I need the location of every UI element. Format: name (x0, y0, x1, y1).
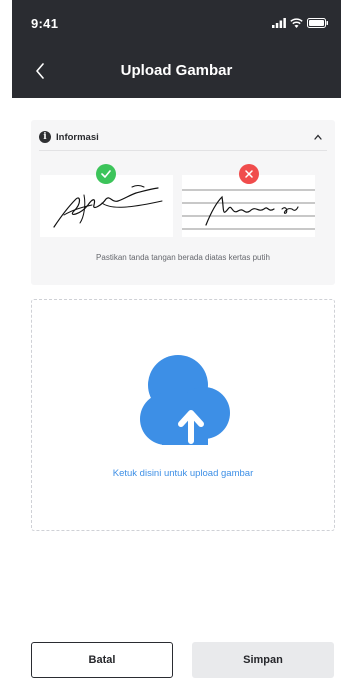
signal-icon (272, 18, 286, 28)
status-bar: 9:41 (12, 0, 341, 46)
status-time: 9:41 (31, 15, 59, 31)
status-icons (272, 18, 329, 28)
check-icon (101, 170, 111, 178)
info-panel-header[interactable]: i Informasi (39, 124, 327, 151)
signature-example-correct (40, 175, 173, 237)
correct-badge (96, 164, 116, 184)
lined-paper-signature-image (182, 189, 315, 230)
collapse-button[interactable] (309, 128, 327, 146)
upload-dropzone[interactable]: Ketuk disini untuk upload gambar (31, 299, 335, 531)
info-caption: Pastikan tanda tangan berada diatas kert… (96, 253, 270, 262)
cancel-button[interactable]: Batal (31, 642, 173, 678)
save-button[interactable]: Simpan (192, 642, 334, 678)
wrong-badge (239, 164, 259, 184)
chevron-up-icon (314, 134, 322, 140)
signature-image (53, 185, 163, 228)
signature-example-wrong (182, 175, 315, 237)
info-panel: i Informasi Pastikan tanda tangan berada… (31, 120, 335, 285)
upload-label[interactable]: Ketuk disini untuk upload gambar (32, 468, 334, 479)
page-title: Upload Gambar (120, 62, 233, 79)
battery-icon (307, 18, 328, 28)
info-title: Informasi (56, 131, 99, 143)
close-icon (245, 170, 253, 178)
top-app-bar: Upload Gambar (12, 46, 341, 98)
cloud-upload-icon (136, 353, 232, 445)
wifi-icon (290, 18, 303, 28)
info-icon: i (39, 131, 51, 143)
